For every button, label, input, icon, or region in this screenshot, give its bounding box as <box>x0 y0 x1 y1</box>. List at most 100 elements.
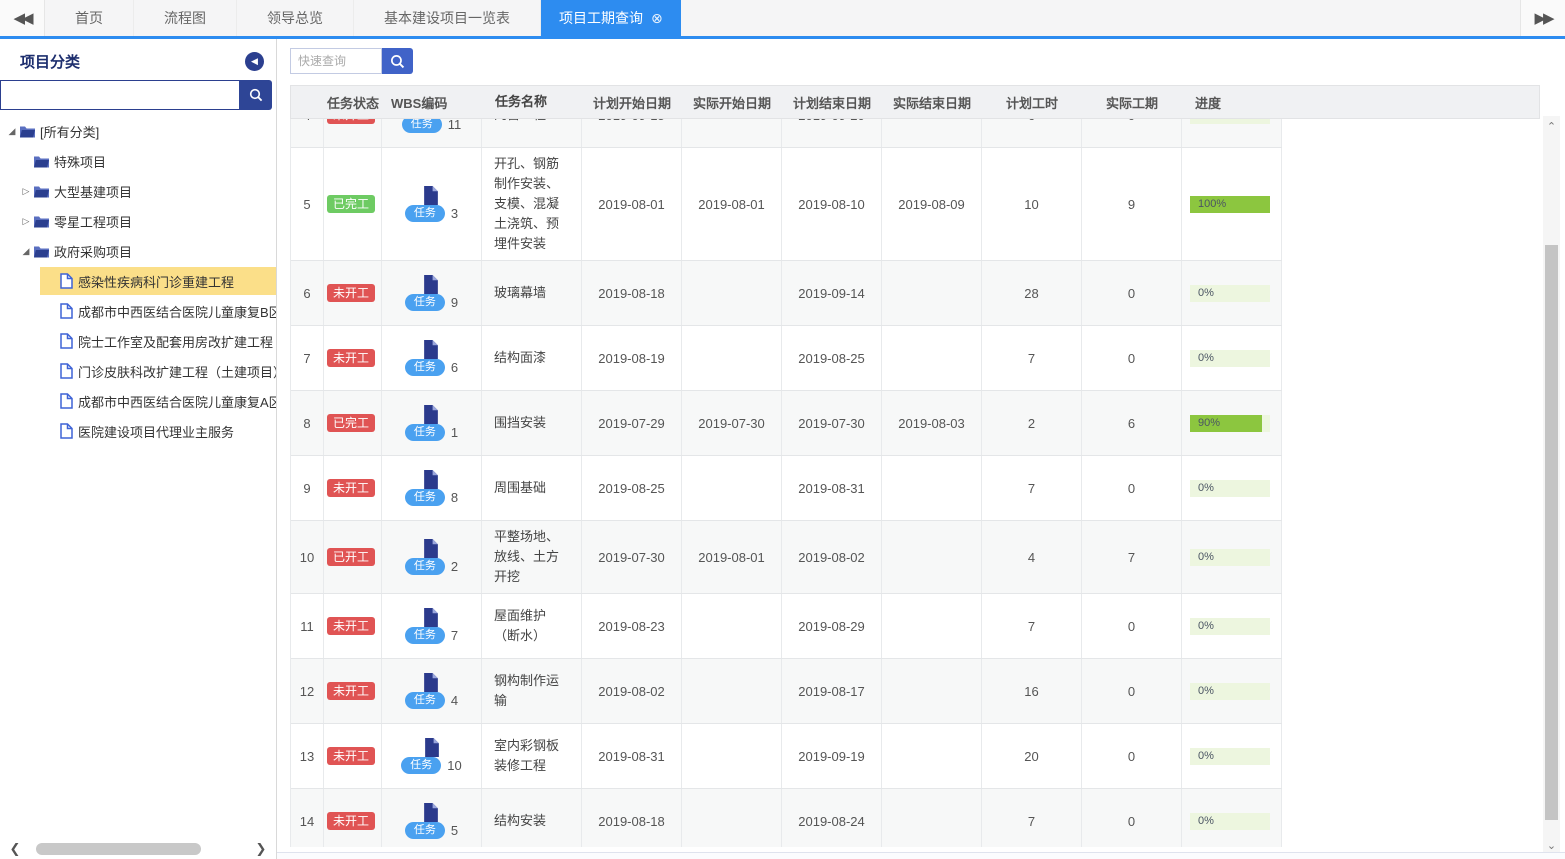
progress-bar: 0% <box>1190 549 1270 566</box>
status-badge: 未开工 <box>327 747 375 765</box>
column-header-rownum[interactable] <box>291 86 324 118</box>
tree-item-8[interactable]: 院士工作室及配套用房改扩建工程 <box>0 326 276 356</box>
horizontal-scrollbar-thumb[interactable] <box>36 843 201 855</box>
progress-cell: 0% <box>1182 594 1282 658</box>
tree-item-9[interactable]: 门诊皮肤科改扩建工程（土建项目） <box>0 356 276 386</box>
tabs-scroll-right-icon[interactable]: ▶▶ <box>1520 0 1565 36</box>
tree-item-label: 特殊项目 <box>54 152 106 171</box>
actual-end-date-cell <box>882 594 982 658</box>
task-status-cell: 已开工 <box>324 521 382 593</box>
wbs-number: 8 <box>451 490 458 505</box>
wbs-number: 11 <box>448 119 462 132</box>
wbs-number: 1 <box>451 425 458 440</box>
table-row[interactable]: 10已开工任务2平整场地、放线、土方开挖2019-07-302019-08-01… <box>291 521 1282 594</box>
plan-start-date-cell: 2019-07-29 <box>582 391 682 455</box>
table-row[interactable]: 7未开工任务6结构面漆2019-08-192019-08-25700% <box>291 326 1282 391</box>
plan-end-date-cell: 2019-08-02 <box>782 521 882 593</box>
tree-item-4[interactable]: ▷零星工程项目 <box>0 206 276 236</box>
task-file-icon <box>423 340 439 359</box>
column-header-6[interactable]: 计划结束日期 <box>782 86 882 118</box>
table-row[interactable]: 13未开工任务10室内彩钢板装修工程2019-08-312019-09-1920… <box>291 724 1282 789</box>
column-header-7[interactable]: 实际结束日期 <box>882 86 982 118</box>
actual-start-date-cell: 2019-08-01 <box>682 521 782 593</box>
tree-item-label: 政府采购项目 <box>54 242 132 261</box>
plan-end-date-cell: 2019-08-10 <box>782 148 882 260</box>
collapsed-caret-icon[interactable]: ▷ <box>20 186 32 197</box>
wbs-number: 9 <box>451 295 458 310</box>
table-row[interactable]: 11未开工任务7屋面维护（断水）2019-08-232019-08-29700% <box>291 594 1282 659</box>
task-name-cell: 平整场地、放线、土方开挖 <box>482 521 582 593</box>
row-number: 13 <box>291 724 324 788</box>
task-name-cell: 结构安装 <box>482 789 582 847</box>
expanded-caret-icon[interactable]: ◢ <box>20 246 32 257</box>
tree-item-label: 院士工作室及配套用房改扩建工程 <box>78 332 273 351</box>
actual-start-date-cell <box>682 119 782 147</box>
task-type-badge: 任务 <box>405 205 445 222</box>
tree-item-label: 大型基建项目 <box>54 182 132 201</box>
plan-end-date-cell: 2019-09-14 <box>782 261 882 325</box>
tab-2[interactable]: 流程图 <box>134 0 237 36</box>
status-badge: 未开工 <box>327 617 375 635</box>
tree-item-10[interactable]: 成都市中西医结合医院儿童康复A区文化 <box>0 386 276 416</box>
table-row[interactable]: 12未开工任务4钢构制作运输2019-08-022019-08-171600% <box>291 659 1282 724</box>
status-badge: 未开工 <box>327 682 375 700</box>
quick-search-button[interactable] <box>382 48 413 74</box>
actual-end-date-cell: 2019-08-09 <box>882 148 982 260</box>
scroll-left-arrow-icon[interactable]: ❮ <box>0 841 30 857</box>
tree-item-2[interactable]: 特殊项目 <box>0 146 276 176</box>
tab-4[interactable]: 基本建设项目一览表 <box>354 0 541 36</box>
tab-1[interactable]: 首页 <box>45 0 134 36</box>
wbs-number: 3 <box>451 206 458 221</box>
table-row[interactable]: 6未开工任务9玻璃幕墙2019-08-182019-09-142800% <box>291 261 1282 326</box>
task-status-cell: 未开工 <box>324 789 382 847</box>
actual-duration-cell: 0 <box>1082 119 1182 147</box>
actual-duration-cell: 0 <box>1082 789 1182 847</box>
table-row[interactable]: 4未开工任务11门窗工程2019-09-152019-09-20600% <box>291 119 1282 148</box>
expanded-caret-icon[interactable]: ◢ <box>6 126 18 137</box>
scroll-right-arrow-icon[interactable]: ❯ <box>246 841 276 857</box>
sidebar-collapse-button[interactable]: ◀ <box>245 52 264 71</box>
actual-start-date-cell: 2019-07-30 <box>682 391 782 455</box>
plan-end-date-cell: 2019-09-19 <box>782 724 882 788</box>
actual-start-date-cell <box>682 789 782 847</box>
tree-item-11[interactable]: 医院建设项目代理业主服务 <box>0 416 276 446</box>
wbs-number: 2 <box>451 559 458 574</box>
table-row[interactable]: 8已完工任务1围挡安装2019-07-292019-07-302019-07-3… <box>291 391 1282 456</box>
tree-item-3[interactable]: ▷ 大型基建项目 <box>0 176 276 206</box>
table-row[interactable]: 9未开工任务8周围基础2019-08-252019-08-31700% <box>291 456 1282 521</box>
wbs-number: 5 <box>451 823 458 838</box>
plan-start-date-cell: 2019-08-23 <box>582 594 682 658</box>
column-header-2[interactable]: WBS编码 <box>382 86 482 118</box>
table-row[interactable]: 14未开工任务5结构安装2019-08-182019-08-24700% <box>291 789 1282 847</box>
column-header-9[interactable]: 实际工期 <box>1082 86 1182 118</box>
column-header-4[interactable]: 计划开始日期 <box>582 86 682 118</box>
quick-search-input[interactable] <box>290 48 382 74</box>
collapsed-caret-icon[interactable]: ▷ <box>20 216 32 227</box>
row-number: 10 <box>291 521 324 593</box>
tree-item-5[interactable]: ◢ 政府采购项目 <box>0 236 276 266</box>
tree-item-6[interactable]: 感染性疾病科门诊重建工程 <box>0 266 276 296</box>
column-header-1[interactable]: 任务状态 <box>324 86 382 118</box>
column-header-8[interactable]: 计划工时 <box>982 86 1082 118</box>
wbs-code-cell: 任务11 <box>382 119 482 147</box>
category-search-button[interactable] <box>239 80 272 110</box>
vertical-scrollbar-thumb[interactable] <box>1545 245 1558 820</box>
column-header-5[interactable]: 实际开始日期 <box>682 86 782 118</box>
tree-item-1[interactable]: ◢[所有分类] <box>0 116 276 146</box>
tab-close-icon[interactable]: ⊗ <box>651 10 663 27</box>
tree-item-7[interactable]: 成都市中西医结合医院儿童康复B区修缮 <box>0 296 276 326</box>
column-header-10[interactable]: 进度 <box>1182 86 1282 118</box>
scroll-up-arrow-icon[interactable]: ⌃ <box>1543 120 1560 138</box>
actual-start-date-cell <box>682 261 782 325</box>
task-file-icon <box>423 186 439 205</box>
folder-icon <box>34 155 49 168</box>
category-search-input[interactable] <box>0 80 239 110</box>
tabs-scroll-left-icon[interactable]: ◀◀ <box>0 0 45 36</box>
tab-label: 首页 <box>75 8 103 28</box>
tab-5[interactable]: 项目工期查询⊗ <box>541 0 681 36</box>
column-header-3[interactable]: 任务名称 <box>482 86 582 118</box>
progress-bar: 0% <box>1190 285 1270 302</box>
tab-3[interactable]: 领导总览 <box>237 0 354 36</box>
table-row[interactable]: 5已完工任务3开孔、钢筋制作安装、支模、混凝土浇筑、预埋件安装2019-08-0… <box>291 148 1282 261</box>
progress-cell: 0% <box>1182 119 1282 147</box>
